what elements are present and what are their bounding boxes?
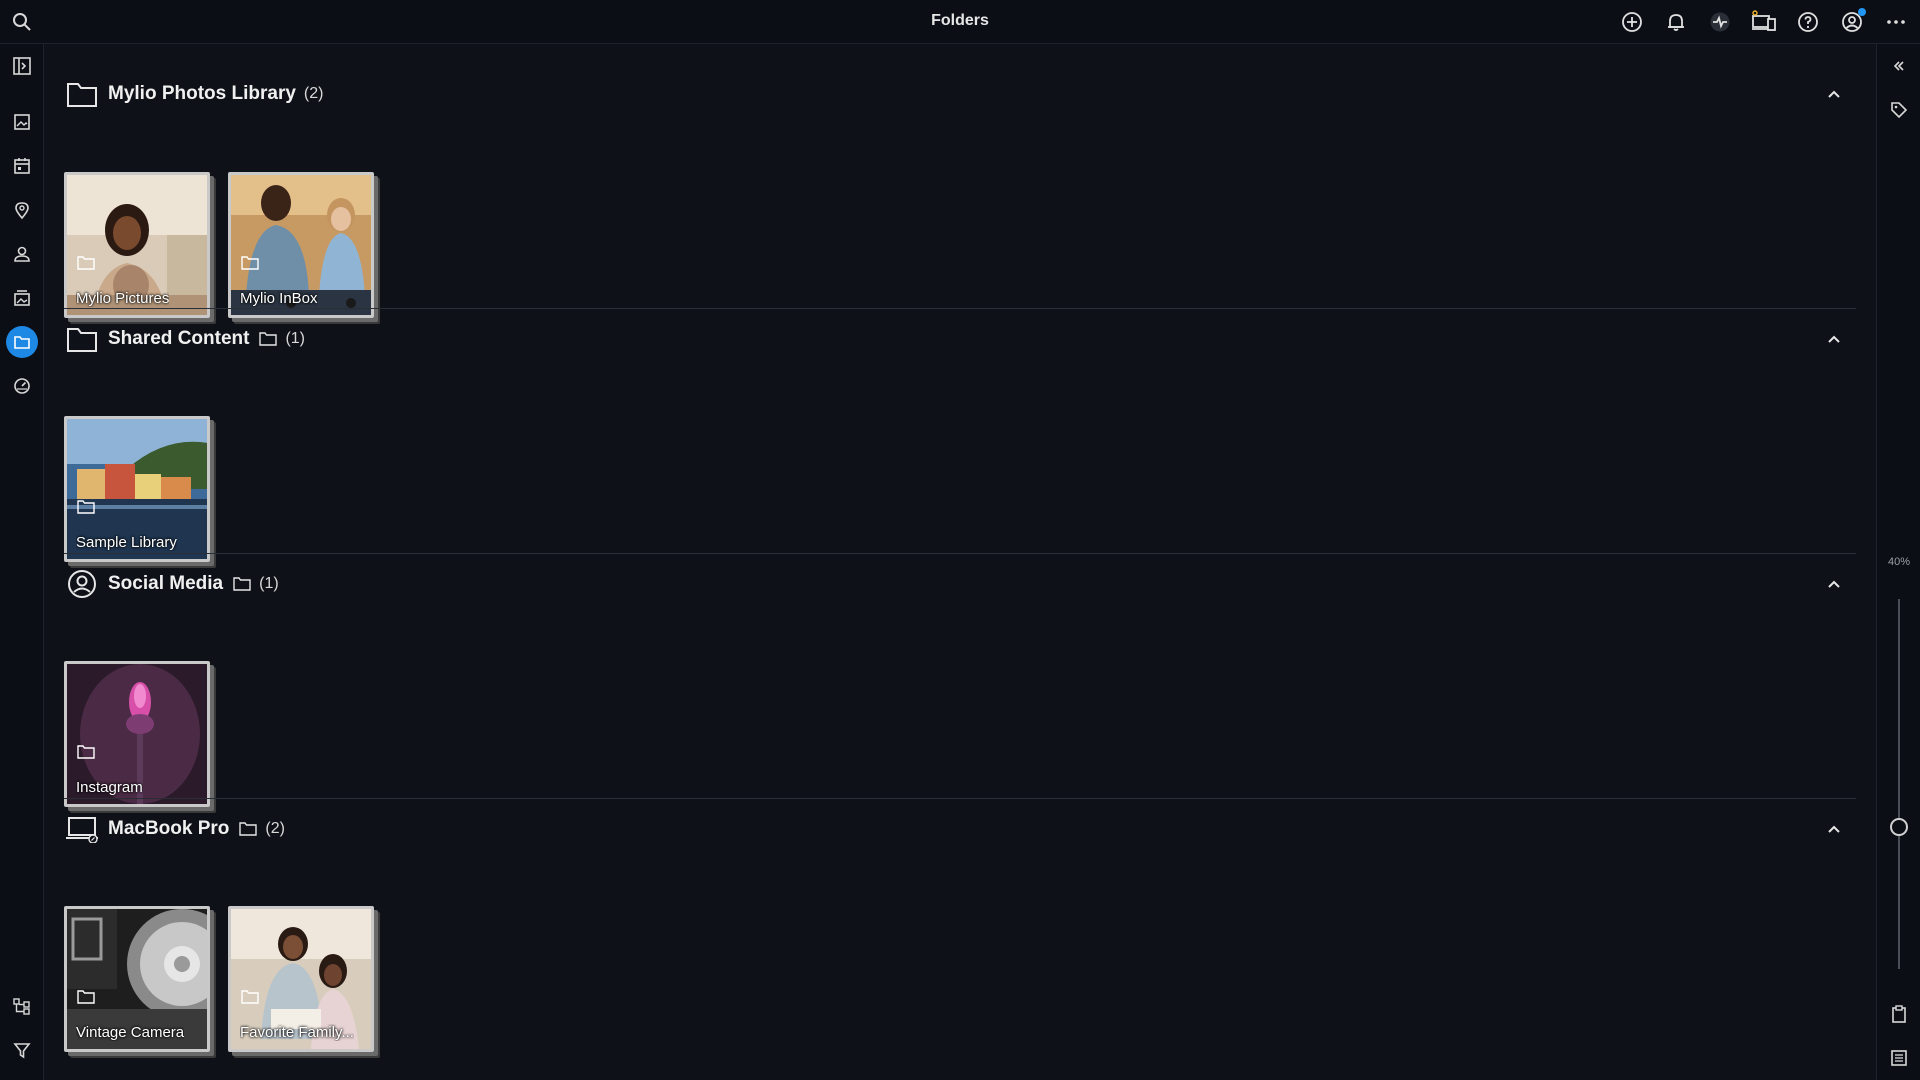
- section-shared-content: Shared Content (1) Sample Library: [64, 319, 1856, 562]
- chevron-up-icon[interactable]: [1822, 572, 1846, 596]
- filter-icon[interactable]: [6, 1034, 38, 1066]
- small-folder-icon: [233, 577, 251, 591]
- tile-label: Mylio InBox: [240, 290, 318, 307]
- folder-nav-icon[interactable]: [6, 326, 38, 358]
- left-rail: [0, 44, 44, 1080]
- folder-icon: [77, 500, 95, 519]
- tile-grid: Sample Library: [64, 416, 210, 562]
- folder-icon: [241, 990, 259, 1009]
- folder-tile[interactable]: Sample Library: [64, 416, 210, 562]
- folder-icon: [77, 256, 95, 275]
- tile-label: Instagram: [76, 779, 143, 796]
- tile-grid: Instagram: [64, 661, 210, 807]
- section-header[interactable]: Mylio Photos Library (2): [64, 74, 1856, 114]
- section-title: Social Media: [108, 573, 224, 594]
- folder-tile[interactable]: Vintage Camera: [64, 906, 210, 1052]
- social-profile-icon: [64, 566, 100, 602]
- section-mylio-photos-library: Mylio Photos Library (2) Mylio Pictures …: [64, 74, 1856, 318]
- section-header[interactable]: MacBook Pro (2): [64, 809, 1856, 849]
- tile-label: Vintage Camera: [76, 1024, 185, 1041]
- top-actions: [1618, 8, 1910, 36]
- folder-icon: [77, 990, 95, 1009]
- more-icon[interactable]: [1882, 8, 1910, 36]
- tag-icon[interactable]: [1885, 96, 1913, 124]
- small-folder-icon: [259, 332, 278, 346]
- map-pin-icon[interactable]: [6, 194, 38, 226]
- section-header[interactable]: Social Media (1): [64, 564, 1856, 604]
- laptop-icon: [64, 811, 100, 847]
- zoom-slider-track[interactable]: [1898, 599, 1900, 969]
- right-rail: 40%: [1876, 44, 1920, 1080]
- dashboard-icon[interactable]: [6, 370, 38, 402]
- tile-grid: Vintage Camera Favorite Family...: [64, 906, 374, 1052]
- folder-icon: [64, 321, 100, 357]
- section-title: MacBook Pro: [108, 818, 230, 839]
- clipboard-icon[interactable]: [1885, 1000, 1913, 1028]
- folder-tile[interactable]: Instagram: [64, 661, 210, 807]
- section-title: Mylio Photos Library: [108, 83, 296, 104]
- folder-icon: [77, 745, 95, 764]
- tile-label: Sample Library: [76, 534, 177, 551]
- folders-view: Mylio Photos Library (2) Mylio Pictures …: [44, 44, 1876, 1080]
- people-icon[interactable]: [6, 238, 38, 270]
- section-count: (1): [259, 575, 279, 592]
- small-folder-icon: [239, 822, 258, 836]
- account-icon[interactable]: [1838, 8, 1866, 36]
- chevron-up-icon[interactable]: [1822, 817, 1846, 841]
- section-social-media: Social Media (1) Instagram: [64, 564, 1856, 807]
- sidebar-toggle-icon[interactable]: [6, 50, 38, 82]
- hierarchy-icon[interactable]: [6, 990, 38, 1022]
- folder-tile[interactable]: Favorite Family...: [228, 906, 374, 1052]
- section-divider: [64, 308, 1856, 309]
- section-count: (2): [303, 85, 324, 102]
- add-icon[interactable]: [1618, 8, 1646, 36]
- section-title: Shared Content: [108, 328, 250, 349]
- chevron-up-icon[interactable]: [1822, 327, 1846, 351]
- section-header[interactable]: Shared Content (1): [64, 319, 1856, 359]
- section-divider: [64, 798, 1856, 799]
- folder-tile[interactable]: Mylio InBox: [228, 172, 374, 318]
- app-window: Folders 40% Mylio Photos Library (2) Myl…: [0, 0, 1920, 1080]
- collapse-panel-icon[interactable]: [1885, 52, 1913, 80]
- folder-tile[interactable]: Mylio Pictures: [64, 172, 210, 318]
- chevron-up-icon[interactable]: [1822, 82, 1846, 106]
- section-divider: [64, 553, 1856, 554]
- section-count: (2): [265, 820, 285, 837]
- top-bar: Folders: [0, 0, 1920, 44]
- folder-icon: [241, 256, 259, 275]
- tile-label: Mylio Pictures: [76, 290, 170, 307]
- photos-icon[interactable]: [6, 106, 38, 138]
- list-details-icon[interactable]: [1885, 1044, 1913, 1072]
- zoom-slider-knob[interactable]: [1890, 818, 1908, 836]
- devices-icon[interactable]: [1750, 8, 1778, 36]
- tile-label: Favorite Family...: [240, 1024, 354, 1041]
- section-count: (1): [285, 330, 306, 347]
- notification-badge: [1858, 8, 1866, 16]
- activity-icon[interactable]: [1706, 8, 1734, 36]
- help-icon[interactable]: [1794, 8, 1822, 36]
- calendar-icon[interactable]: [6, 150, 38, 182]
- zoom-label: 40%: [1887, 556, 1911, 568]
- bell-icon[interactable]: [1662, 8, 1690, 36]
- section-macbook-pro: MacBook Pro (2) Vintage Camera Favorite …: [64, 809, 1856, 1052]
- albums-icon[interactable]: [6, 282, 38, 314]
- folder-icon: [64, 76, 100, 112]
- tile-grid: Mylio Pictures Mylio InBox: [64, 172, 374, 318]
